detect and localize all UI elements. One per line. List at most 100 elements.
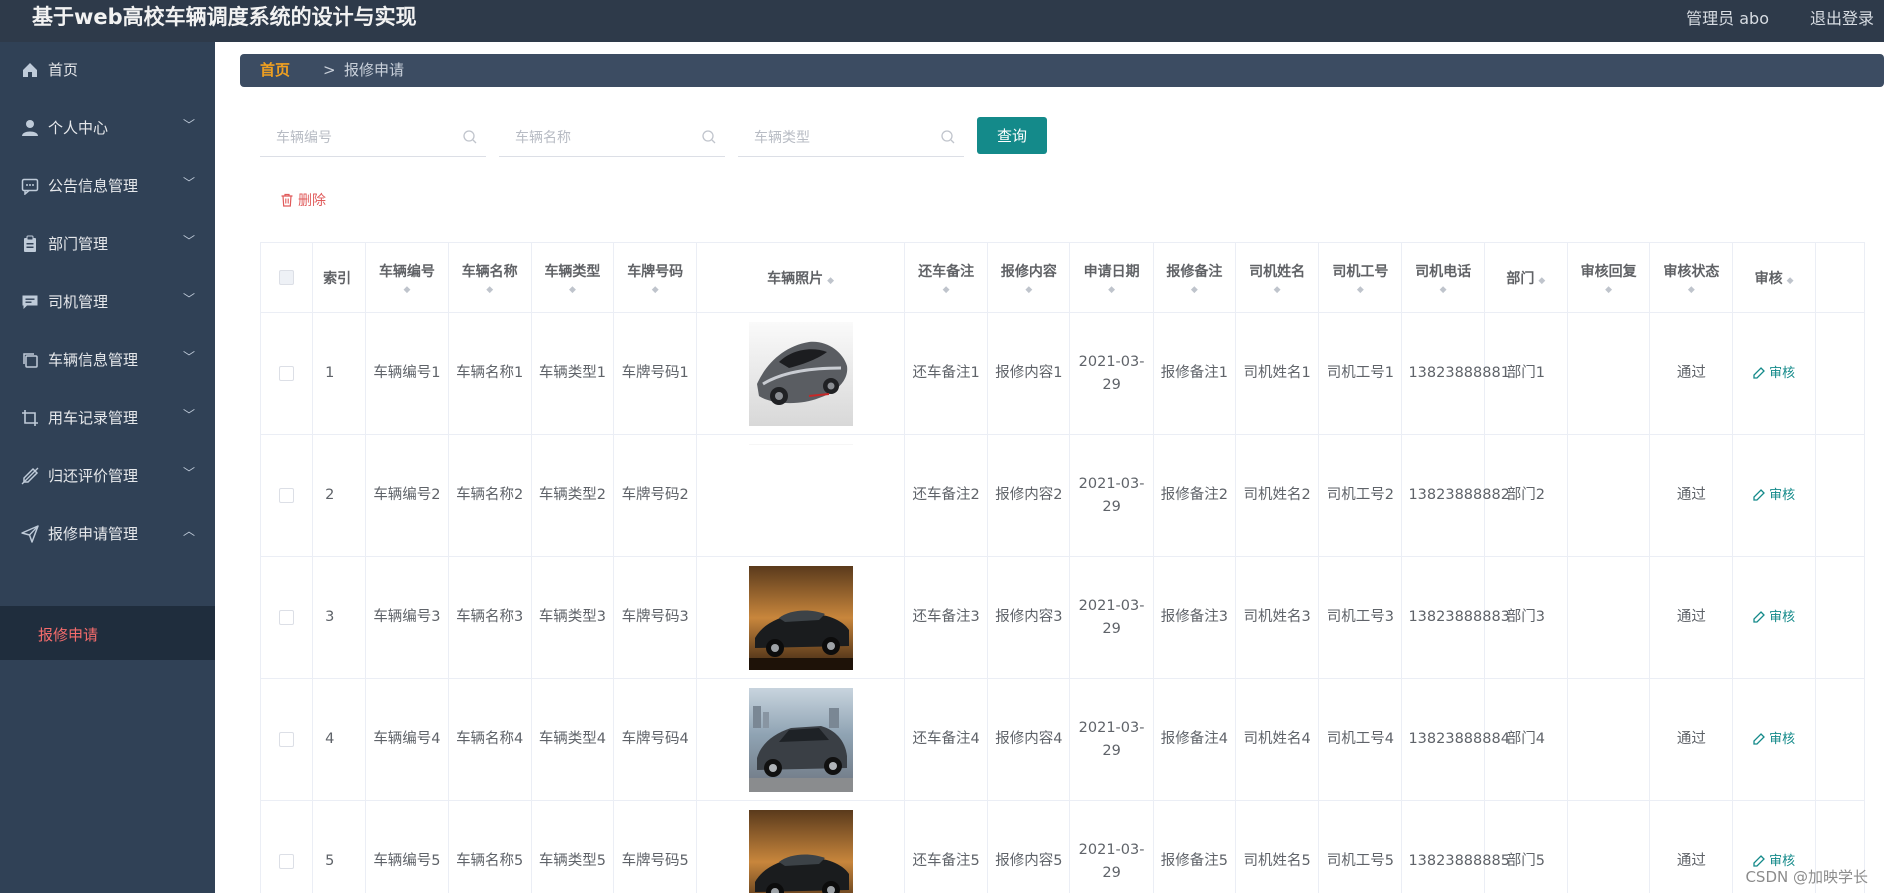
sort-icon[interactable]: ◆ [1158,285,1231,295]
column-header[interactable]: 还车备注 ◆ [903,242,989,313]
sort-icon[interactable]: ◆ [1323,285,1397,295]
cell-reply [1566,800,1651,893]
cell-driver-no: 司机工号2 [1318,434,1403,557]
sort-icon[interactable]: ◆ [453,285,527,295]
column-header-empty [1814,242,1865,313]
cell-vehicle-type: 车辆类型2 [530,434,615,557]
column-header[interactable]: 审核状态 ◆ [1649,242,1734,313]
delete-button[interactable]: 删除 [280,190,326,210]
query-button[interactable]: 查询 [977,117,1047,154]
vehicle-type-input[interactable] [738,120,946,156]
column-header-label: 车辆编号 [378,263,435,280]
sort-icon[interactable]: ◆ [992,285,1065,295]
sidebar-item-repair-management[interactable]: 报修申请管理 ︿ [0,506,215,564]
sidebar-item-label: 首页 [48,61,79,79]
review-link[interactable]: 审核 [1753,488,1795,503]
sidebar-item-vehicle-info[interactable]: 车辆信息管理 ﹀ [0,332,215,390]
sort-icon[interactable]: ◆ [909,285,983,295]
column-header[interactable]: 车辆名称 ◆ [447,242,532,313]
sidebar-item-return-review[interactable]: 归还评价管理 ﹀ [0,448,215,506]
user-icon [22,120,38,136]
column-header-label: 车牌号码 [627,263,684,280]
row-checkbox[interactable] [279,609,295,625]
grey-sedan-harbor-photo[interactable] [748,687,853,792]
row-select-cell [260,434,314,557]
cell-empty [1814,556,1865,679]
column-header[interactable]: 车辆照片 ◆ [696,242,905,313]
dark-car-sunset-photo[interactable] [748,565,853,670]
cell-review: 审核 [1732,556,1816,679]
cell-index: 4 [312,678,367,801]
column-header-label: 司机姓名 [1249,263,1306,280]
sort-icon[interactable]: ◆ [1538,276,1545,286]
silver-sports-car-photo[interactable] [748,321,853,426]
row-checkbox[interactable] [279,853,295,869]
cell-index: 2 [312,434,367,557]
sort-icon[interactable]: ◆ [1787,276,1794,286]
sort-icon[interactable]: ◆ [536,285,609,295]
cell-reply [1566,556,1651,679]
sidebar-subitem-repair-request[interactable]: 报修申请 [0,606,215,660]
sidebar-item-usage-record[interactable]: 用车记录管理 ﹀ [0,390,215,448]
select-all-checkbox[interactable] [279,270,295,285]
column-header[interactable]: 审核回复 ◆ [1566,242,1651,313]
logout-link[interactable]: 退出登录 [1810,5,1874,29]
review-link[interactable]: 审核 [1753,366,1795,381]
sidebar-subitem-label: 报修申请 [38,626,99,644]
review-link[interactable]: 审核 [1753,610,1795,625]
review-link-label: 审核 [1769,732,1796,747]
cell-phone: 13823888881 [1401,312,1510,435]
row-checkbox[interactable] [279,365,295,381]
vehicle-type-search [738,120,964,157]
sidebar-item-home[interactable]: 首页 [0,42,215,100]
vehicle-no-input[interactable] [260,120,468,156]
column-header[interactable]: 车辆编号 ◆ [365,242,449,313]
column-header[interactable]: 司机工号 ◆ [1318,242,1403,313]
column-header[interactable]: 司机电话 ◆ [1401,242,1485,313]
cell-driver-no: 司机工号1 [1318,312,1403,435]
sort-icon[interactable]: ◆ [1240,285,1314,295]
review-link-label: 审核 [1769,366,1796,381]
column-header[interactable]: 报修内容 ◆ [987,242,1071,313]
cell-empty [1814,678,1865,801]
sort-icon[interactable]: ◆ [1654,285,1728,295]
sort-icon[interactable]: ◆ [1074,285,1148,295]
table-row: 2 车辆编号2 车辆名称2 车辆类型2 车牌号码2 还车备注2 报修内容2 20… [260,434,1865,557]
empty-photo[interactable] [748,443,853,548]
cell-review: 审核 [1732,678,1816,801]
column-header[interactable]: 车辆类型 ◆ [530,242,615,313]
row-checkbox[interactable] [279,731,295,747]
sort-icon[interactable]: ◆ [370,285,443,295]
column-header[interactable]: 车牌号码 ◆ [613,242,698,313]
sort-icon[interactable]: ◆ [1572,285,1645,295]
sort-icon[interactable]: ◆ [827,276,834,286]
sidebar-item-notice[interactable]: 公告信息管理 ﹀ [0,158,215,216]
sort-icon[interactable]: ◆ [1406,285,1479,295]
cell-vehicle-name: 车辆名称4 [447,678,532,801]
cell-photo [696,678,905,801]
sort-icon[interactable]: ◆ [618,285,692,295]
breadcrumb-home[interactable]: 首页 [260,54,290,87]
column-header-label: 车辆名称 [461,263,518,280]
column-header[interactable]: 部门 ◆ [1483,242,1568,313]
sidebar-item-department[interactable]: 部门管理 ﹀ [0,216,215,274]
cell-photo [696,556,905,679]
column-header[interactable]: 报修备注 ◆ [1152,242,1236,313]
cell-reply [1566,678,1651,801]
breadcrumb-separator: > [323,61,336,79]
column-header[interactable]: 司机姓名 ◆ [1234,242,1320,313]
sidebar-item-personal-center[interactable]: 个人中心 ﹀ [0,100,215,158]
row-checkbox[interactable] [279,487,295,503]
cell-driver-name: 司机姓名4 [1234,678,1320,801]
chevron-down-icon: ﹀ [182,466,195,480]
column-header-label: 审核回复 [1580,263,1637,280]
review-link[interactable]: 审核 [1753,732,1795,747]
cell-return-note: 还车备注2 [903,434,989,557]
sidebar-item-driver[interactable]: 司机管理 ﹀ [0,274,215,332]
cell-phone: 13823888882 [1401,434,1510,557]
column-header-label: 还车备注 [918,263,975,280]
column-header[interactable]: 申请日期 ◆ [1069,242,1154,313]
vehicle-name-input[interactable] [499,120,707,156]
column-header[interactable]: 审核 ◆ [1732,242,1816,313]
dark-car-sunset-photo[interactable] [748,809,853,893]
